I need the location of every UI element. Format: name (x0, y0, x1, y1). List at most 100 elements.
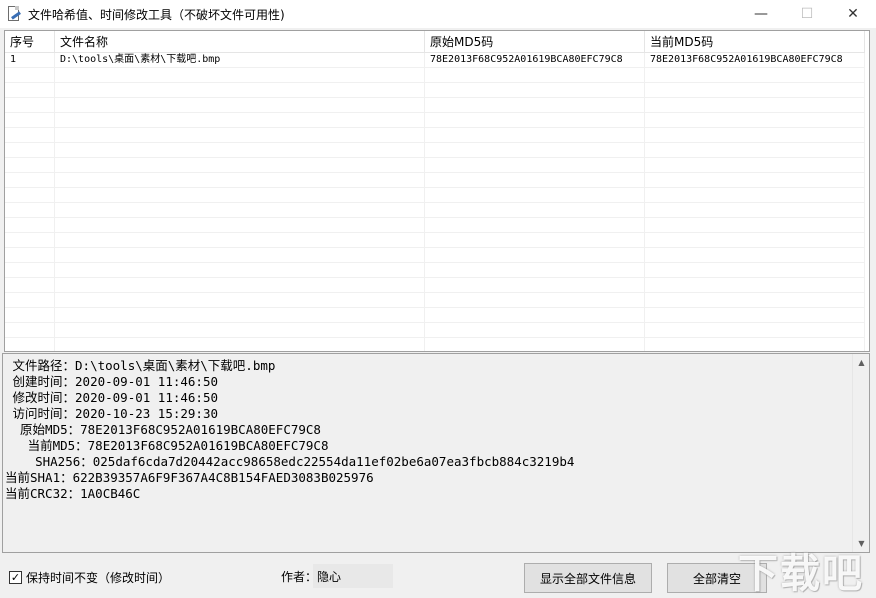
empty-cell (55, 248, 425, 263)
empty-cell (5, 263, 55, 278)
file-list-table[interactable]: 序号 文件名称 原始MD5码 当前MD5码 1 D:\tools\桌面\素材\下… (4, 30, 870, 352)
empty-cell (645, 143, 865, 158)
empty-cell (55, 188, 425, 203)
minimize-button[interactable]: — (738, 0, 784, 28)
scroll-up-arrow-icon[interactable]: ▲ (853, 354, 870, 371)
empty-cell (425, 128, 645, 143)
window-title: 文件哈希值、时间修改工具（不破坏文件可用性) (28, 7, 285, 22)
cell-original-md5: 78E2013F68C952A01619BCA80EFC79C8 (425, 53, 645, 68)
empty-cell (5, 308, 55, 323)
empty-cell (425, 263, 645, 278)
empty-cell (55, 158, 425, 173)
column-header-original-md5[interactable]: 原始MD5码 (425, 31, 645, 53)
empty-cell (645, 218, 865, 233)
empty-cell (5, 278, 55, 293)
maximize-button[interactable]: ☐ (784, 0, 830, 28)
empty-cell (645, 278, 865, 293)
empty-table-row (5, 83, 865, 98)
empty-cell (645, 188, 865, 203)
empty-cell (645, 248, 865, 263)
empty-table-row (5, 143, 865, 158)
empty-cell (5, 83, 55, 98)
empty-cell (55, 173, 425, 188)
empty-cell (5, 128, 55, 143)
empty-cell (55, 263, 425, 278)
show-all-info-button[interactable]: 显示全部文件信息 (524, 563, 652, 593)
empty-cell (55, 128, 425, 143)
empty-cell (425, 338, 645, 351)
info-current-sha1: 当前SHA1：622B39357A6F9F367A4C8B154FAED3083… (5, 470, 374, 485)
empty-cell (425, 233, 645, 248)
empty-table-row (5, 278, 865, 293)
empty-table-row (5, 188, 865, 203)
empty-cell (645, 113, 865, 128)
table-row[interactable]: 1 D:\tools\桌面\素材\下载吧.bmp 78E2013F68C952A… (5, 53, 865, 68)
empty-cell (425, 68, 645, 83)
empty-cell (5, 188, 55, 203)
info-current-crc32: 当前CRC32：1A0CB46C (5, 486, 141, 501)
empty-cell (645, 308, 865, 323)
column-header-index[interactable]: 序号 (5, 31, 55, 53)
empty-cell (425, 323, 645, 338)
empty-table-row (5, 128, 865, 143)
file-info-text: 文件路径：D:\tools\桌面\素材\下载吧.bmp 创建时间：2020-09… (5, 358, 574, 502)
cell-filename: D:\tools\桌面\素材\下载吧.bmp (55, 53, 425, 68)
column-header-filename[interactable]: 文件名称 (55, 31, 425, 53)
empty-cell (5, 338, 55, 351)
empty-cell (425, 98, 645, 113)
empty-table-row (5, 158, 865, 173)
info-path: 文件路径：D:\tools\桌面\素材\下载吧.bmp (5, 358, 276, 373)
empty-cell (55, 83, 425, 98)
empty-cell (5, 218, 55, 233)
cell-current-md5: 78E2013F68C952A01619BCA80EFC79C8 (645, 53, 865, 68)
empty-table-row (5, 98, 865, 113)
info-current-md5: 当前MD5：78E2013F68C952A01619BCA80EFC79C8 (5, 438, 329, 453)
empty-cell (55, 68, 425, 83)
empty-cell (5, 173, 55, 188)
empty-cell (425, 218, 645, 233)
empty-cell (55, 338, 425, 351)
empty-table-row (5, 248, 865, 263)
empty-cell (55, 218, 425, 233)
info-accessed-time: 访问时间：2020-10-23 15:29:30 (5, 406, 219, 421)
empty-cell (425, 143, 645, 158)
empty-cell (425, 308, 645, 323)
empty-table-row (5, 323, 865, 338)
empty-cell (645, 98, 865, 113)
empty-cell (645, 263, 865, 278)
empty-table-row (5, 308, 865, 323)
empty-cell (645, 233, 865, 248)
empty-cell (425, 203, 645, 218)
window-controls: — ☐ ✕ (738, 0, 876, 28)
empty-cell (645, 293, 865, 308)
empty-cell (5, 248, 55, 263)
empty-cell (55, 98, 425, 113)
empty-table-row (5, 293, 865, 308)
title-bar: 文件哈希值、时间修改工具（不破坏文件可用性) — ☐ ✕ (0, 0, 876, 28)
empty-cell (425, 278, 645, 293)
close-button[interactable]: ✕ (830, 0, 876, 28)
empty-table-row (5, 173, 865, 188)
empty-cell (425, 158, 645, 173)
empty-cell (645, 338, 865, 351)
watermark-logo: 下载吧 (738, 551, 864, 597)
keep-time-label[interactable]: 保持时间不变（修改时间） (26, 569, 170, 586)
table-header: 序号 文件名称 原始MD5码 当前MD5码 (5, 31, 865, 53)
empty-cell (5, 113, 55, 128)
empty-cell (55, 308, 425, 323)
empty-cell (645, 203, 865, 218)
file-info-panel[interactable]: 文件路径：D:\tools\桌面\素材\下载吧.bmp 创建时间：2020-09… (2, 353, 870, 553)
empty-cell (55, 323, 425, 338)
empty-cell (645, 173, 865, 188)
cell-index: 1 (5, 53, 55, 68)
info-original-md5: 原始MD5：78E2013F68C952A01619BCA80EFC79C8 (5, 422, 321, 437)
empty-cell (5, 233, 55, 248)
empty-cell (5, 143, 55, 158)
empty-cell (645, 128, 865, 143)
info-scrollbar[interactable]: ▲ ▼ (852, 354, 869, 552)
column-header-current-md5[interactable]: 当前MD5码 (645, 31, 865, 53)
keep-time-checkbox[interactable]: ✓ (9, 571, 22, 584)
empty-table-row (5, 203, 865, 218)
empty-table-row (5, 218, 865, 233)
file-edit-icon (6, 6, 22, 22)
